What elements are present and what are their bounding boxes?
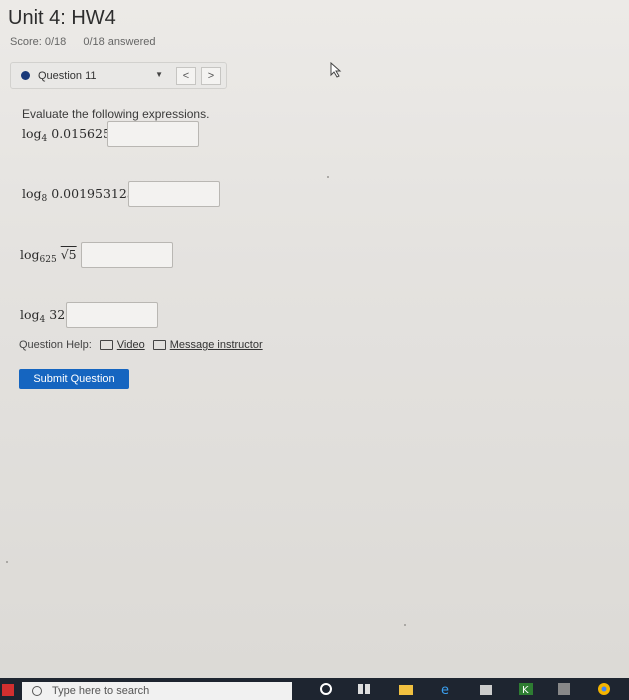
mail-icon [152,340,166,350]
log-argument: √5 [60,247,77,262]
expression-2: log8 0.001953125 [22,186,135,204]
answer-input-2[interactable] [128,181,220,207]
svg-text:e: e [441,683,449,696]
answered-text: 0/18 answered [83,36,156,48]
question-status-dot [21,71,30,80]
log-label: log [20,307,40,322]
video-icon [99,340,113,350]
question-select-label: Question 11 [38,69,97,82]
chevron-down-icon: ▼ [155,70,163,79]
message-instructor-link[interactable]: Message instructor [170,339,263,351]
taskbar-search-placeholder: Type here to search [52,685,150,697]
svg-text:K: K [522,685,529,696]
log-label: log [22,126,42,141]
edge-browser-icon[interactable]: e [438,682,454,696]
expression-1: log4 0.015625 [22,126,111,144]
log-argument: 32 [49,307,66,322]
taskbar: Type here to search e K [0,678,629,700]
question-select[interactable]: Question 11 ▼ [11,63,171,88]
chrome-icon[interactable] [596,682,612,696]
browser-page: Unit 4: HW4 Score: 0/18 0/18 answered Qu… [0,0,629,678]
video-link[interactable]: Video [117,339,145,351]
page-title: Unit 4: HW4 [8,7,116,29]
mouse-cursor-icon [330,62,342,78]
log-base: 4 [41,134,48,144]
log-base: 8 [41,194,48,204]
question-help-label: Question Help: [19,339,92,351]
taskbar-search-input[interactable]: Type here to search [22,682,292,700]
score-bar: Score: 0/18 0/18 answered [10,36,170,48]
cortana-icon[interactable] [318,682,334,696]
calculator-icon[interactable] [556,682,572,696]
screen-speck [6,561,8,563]
question-instruction: Evaluate the following expressions. [22,107,210,121]
store-icon[interactable] [478,682,494,696]
question-navigator: Question 11 ▼ < > [10,62,227,89]
log-label: log [20,247,40,262]
answer-input-1[interactable] [107,121,199,147]
prev-question-button[interactable]: < [176,67,196,85]
app-k-icon[interactable]: K [518,682,534,696]
log-argument: 0.015625 [51,126,111,141]
next-question-button[interactable]: > [201,67,221,85]
expression-3: log625 √5 [20,247,77,265]
answer-input-4[interactable] [66,302,158,328]
score-text: Score: 0/18 [10,36,67,48]
file-explorer-icon[interactable] [398,682,414,696]
screen-speck [327,176,329,178]
search-icon [32,686,42,696]
log-base: 625 [39,255,57,265]
log-label: log [22,186,42,201]
answer-input-3[interactable] [81,242,173,268]
start-icon[interactable] [2,684,14,696]
log-argument: 0.001953125 [51,186,135,201]
expression-4: log4 32 [20,307,65,325]
task-view-icon[interactable] [356,682,372,696]
question-help: Question Help: Video Message instructor [19,339,263,351]
submit-question-button[interactable]: Submit Question [19,369,129,389]
log-base: 4 [39,315,46,325]
screen-speck [404,624,406,626]
